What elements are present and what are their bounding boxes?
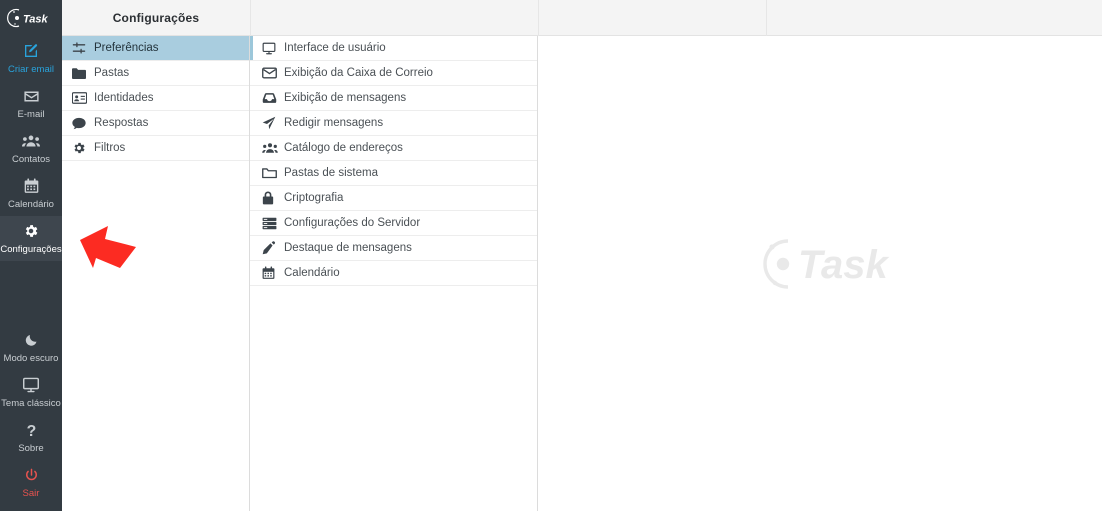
inbox-icon xyxy=(262,92,284,104)
gear-icon xyxy=(72,141,94,155)
lock-icon xyxy=(262,191,284,205)
pref-section-label: Catálogo de endereços xyxy=(284,142,403,154)
gear-icon xyxy=(0,223,62,242)
envelope-icon xyxy=(262,67,284,79)
pref-section-label: Configurações do Servidor xyxy=(284,217,421,229)
page-title: Configurações xyxy=(112,11,200,25)
svg-text:Task: Task xyxy=(23,14,49,26)
pref-section-interface-de-usuario[interactable]: Interface de usuário xyxy=(250,36,537,61)
pref-section-label: Redigir mensagens xyxy=(284,117,384,129)
rail-item-classic-theme[interactable]: Tema clássico xyxy=(0,370,62,415)
rail-label: Sair xyxy=(22,488,40,499)
rail-label: Tema clássico xyxy=(1,398,61,409)
settings-item-pastas[interactable]: Pastas xyxy=(62,61,249,86)
rail-item-calendar[interactable]: Calendário xyxy=(0,171,62,216)
settings-item-identidades[interactable]: Identidades xyxy=(62,86,249,111)
settings-item-respostas[interactable]: Respostas xyxy=(62,111,249,136)
left-navigation-rail: Criar email E-mail Contatos Calendário C… xyxy=(0,36,62,511)
pref-section-redigir-mensagens[interactable]: Redigir mensagens xyxy=(250,111,537,136)
header-divider-3 xyxy=(766,0,767,36)
idcard-icon xyxy=(72,92,94,104)
rail-item-logout[interactable]: Sair xyxy=(0,460,62,505)
pref-section-configuracoes-do-servidor[interactable]: Configurações do Servidor xyxy=(250,211,537,236)
pref-section-catalogo-de-enderecos[interactable]: Catálogo de endereços xyxy=(250,136,537,161)
pencil-icon xyxy=(262,241,284,255)
pref-section-label: Destaque de mensagens xyxy=(284,242,412,254)
settings-item-filtros[interactable]: Filtros xyxy=(62,136,249,161)
comment-icon xyxy=(72,117,94,130)
monitor-icon xyxy=(0,377,62,396)
settings-item-preferencias[interactable]: Preferências xyxy=(62,36,249,61)
folder-open-icon xyxy=(262,167,284,179)
contacts-icon xyxy=(262,142,284,154)
compose-icon xyxy=(0,43,62,62)
app-window: Task Configurações Criar email E-mail Co… xyxy=(0,0,1102,511)
task-watermark-icon: Task xyxy=(763,239,889,289)
settings-item-label: Filtros xyxy=(94,142,126,154)
rail-item-compose[interactable]: Criar email xyxy=(0,36,62,81)
rail-label: Contatos xyxy=(11,154,51,165)
folder-icon xyxy=(72,67,94,80)
svg-text:Task: Task xyxy=(798,243,889,287)
contacts-icon xyxy=(0,133,62,152)
settings-item-label: Identidades xyxy=(94,92,154,104)
rail-label: Sobre xyxy=(18,443,44,454)
svg-text:?: ? xyxy=(26,423,36,439)
rail-bottom-group: Modo escuro Tema clássico ? Sobre Sair xyxy=(0,325,62,505)
rail-item-about[interactable]: ? Sobre xyxy=(0,415,62,460)
power-icon xyxy=(0,467,62,486)
server-icon xyxy=(262,217,284,230)
rail-label: Calendário xyxy=(8,199,54,210)
pref-section-label: Calendário xyxy=(284,267,340,279)
moon-icon xyxy=(0,332,62,351)
settings-item-label: Pastas xyxy=(94,67,130,79)
calendar-icon xyxy=(262,266,284,280)
watermark-logo: Task xyxy=(742,233,910,295)
header-divider-2 xyxy=(538,0,539,36)
pref-section-label: Pastas de sistema xyxy=(284,167,378,179)
rail-item-contacts[interactable]: Contatos xyxy=(0,126,62,171)
rail-item-dark-mode[interactable]: Modo escuro xyxy=(0,325,62,370)
pref-section-criptografia[interactable]: Criptografia xyxy=(250,186,537,211)
settings-list-column: Preferências Pastas Identidades Resposta… xyxy=(62,36,250,511)
monitor-icon xyxy=(262,42,284,55)
rail-label: Criar email xyxy=(8,64,54,75)
header-divider-1 xyxy=(250,0,251,36)
rail-label: E-mail xyxy=(17,109,45,120)
pref-section-label: Exibição da Caixa de Correio xyxy=(284,67,433,79)
pref-section-label: Criptografia xyxy=(284,192,344,204)
send-icon xyxy=(262,116,284,130)
sliders-icon xyxy=(72,41,94,55)
envelope-icon xyxy=(0,88,62,107)
question-icon: ? xyxy=(0,422,62,441)
pref-section-exibicao-da-caixa-de-correio[interactable]: Exibição da Caixa de Correio xyxy=(250,61,537,86)
rail-label: Modo escuro xyxy=(3,353,59,364)
calendar-icon xyxy=(0,178,62,197)
pref-section-calendario[interactable]: Calendário xyxy=(250,261,537,286)
top-header-bar: Task Configurações xyxy=(0,0,1102,36)
pref-section-destaque-de-mensagens[interactable]: Destaque de mensagens xyxy=(250,236,537,261)
settings-item-label: Respostas xyxy=(94,117,149,129)
pref-section-pastas-de-sistema[interactable]: Pastas de sistema xyxy=(250,161,537,186)
rail-label: Configurações xyxy=(0,244,62,255)
settings-item-label: Preferências xyxy=(94,42,159,54)
app-logo: Task xyxy=(0,0,62,36)
task-logo-icon: Task xyxy=(7,8,49,28)
pref-section-exibicao-de-mensagens[interactable]: Exibição de mensagens xyxy=(250,86,537,111)
rail-item-settings[interactable]: Configurações xyxy=(0,216,62,261)
pref-section-label: Exibição de mensagens xyxy=(284,92,407,104)
rail-item-email[interactable]: E-mail xyxy=(0,81,62,126)
pref-section-label: Interface de usuário xyxy=(284,42,386,54)
preferences-sections-column: Interface de usuário Exibição da Caixa d… xyxy=(250,36,538,511)
